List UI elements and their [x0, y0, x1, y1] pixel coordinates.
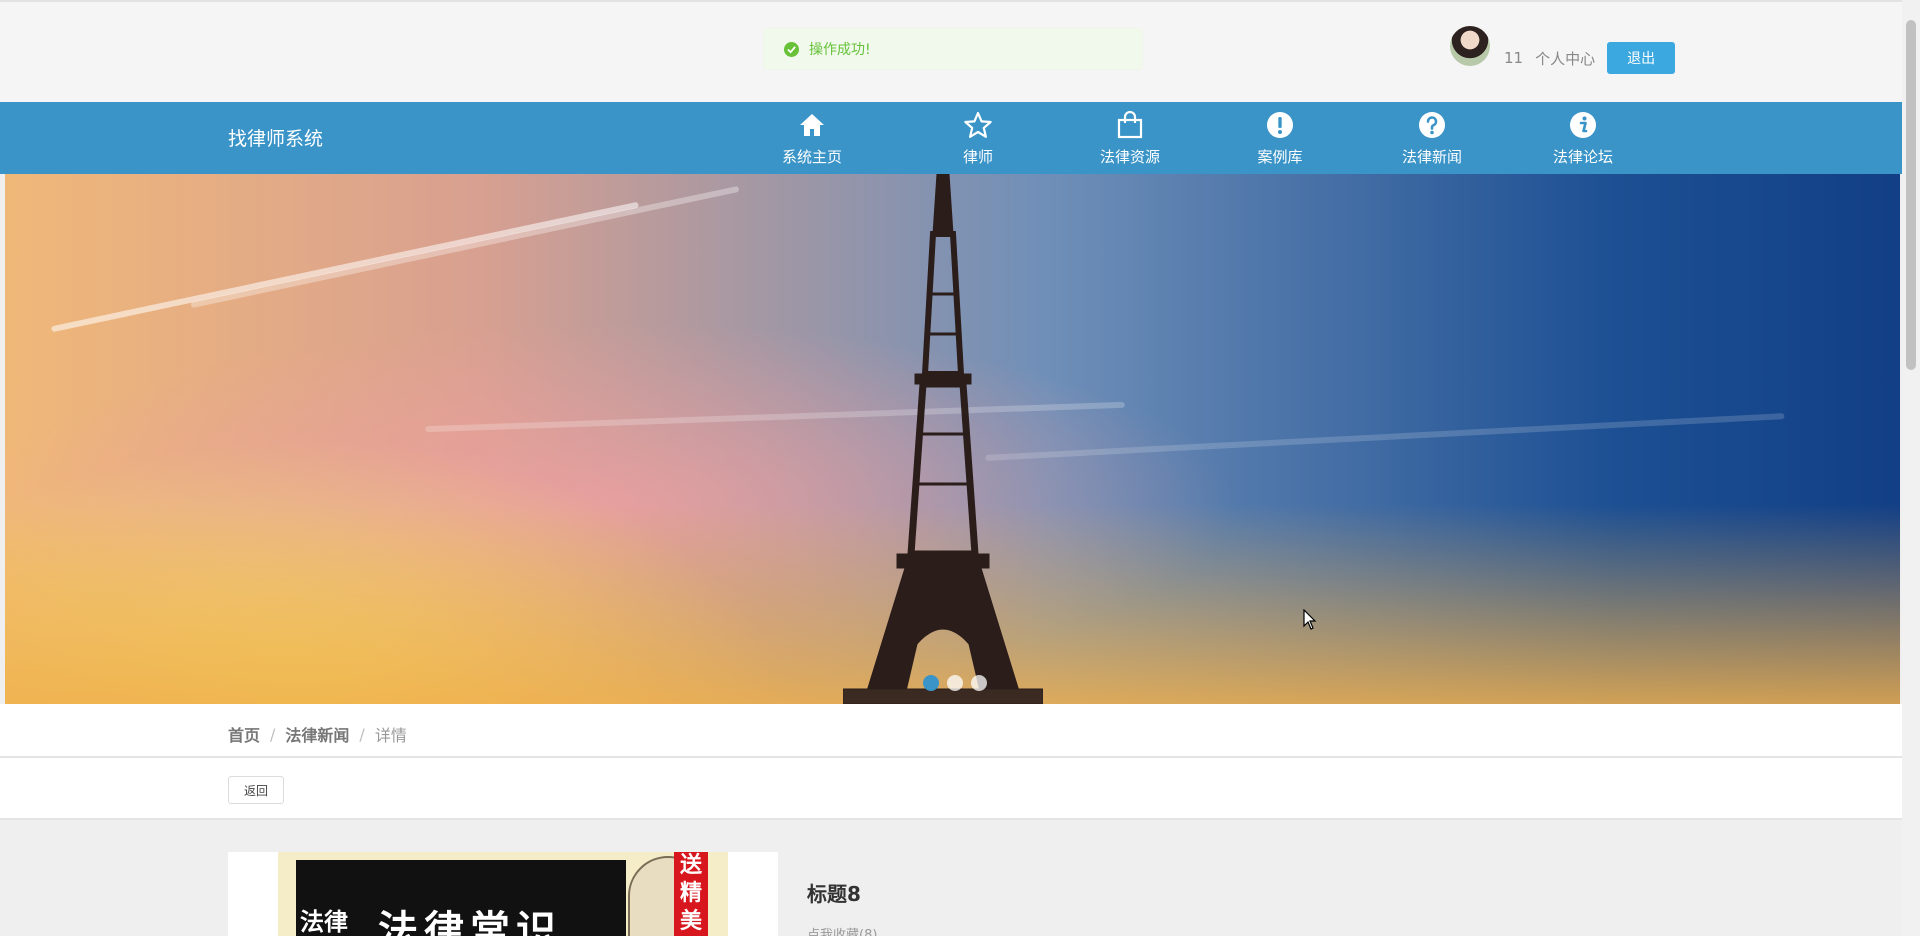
banner-cloud [190, 185, 740, 309]
nav-item-home[interactable]: 系统主页 [752, 110, 872, 174]
nav-item-legal-resources[interactable]: 法律资源 [1070, 110, 1190, 174]
nav-item-label: 法律新闻 [1401, 148, 1462, 166]
carousel-dot[interactable] [923, 675, 939, 691]
nav-item-label: 律师 [962, 148, 993, 166]
breadcrumb-legal-news[interactable]: 法律新闻 [285, 722, 349, 746]
question-icon [1417, 110, 1447, 140]
page-scrollbar[interactable] [1902, 0, 1920, 936]
nav-item-label: 案例库 [1257, 148, 1303, 166]
breadcrumb-home[interactable]: 首页 [228, 722, 260, 746]
back-row: 返回 [0, 758, 1902, 820]
nav-item-lawyer[interactable]: 律师 [918, 110, 1038, 174]
toast-message: 操作成功! [809, 42, 871, 58]
breadcrumb-current: 详情 [374, 726, 407, 745]
carousel-dot[interactable] [971, 675, 987, 691]
info-icon [1568, 110, 1598, 140]
success-toast: 操作成功! [763, 28, 1143, 70]
back-button[interactable]: 返回 [228, 776, 284, 804]
home-icon [797, 110, 827, 140]
user-name: 11 [1504, 49, 1524, 67]
exclamation-icon [1265, 110, 1295, 140]
nav-item-label: 系统主页 [781, 148, 842, 166]
top-bar: 操作成功! 11 个人中心 退出 [0, 0, 1902, 102]
carousel-dots [923, 675, 987, 691]
mouse-cursor-icon [1303, 609, 1317, 630]
favorite-link[interactable]: 点我收藏(8) [807, 924, 877, 936]
bag-icon [1115, 110, 1145, 140]
book-cover-side-text: 法律 [300, 908, 348, 936]
banner-carousel[interactable] [5, 174, 1900, 704]
news-title: 标题8 [807, 882, 861, 906]
breadcrumb-separator: / [270, 724, 276, 744]
banner-cloud [985, 413, 1785, 461]
user-center-link[interactable]: 个人中心 [1535, 48, 1595, 69]
check-circle-icon [784, 41, 799, 57]
nav-item-legal-forum[interactable]: 法律论坛 [1523, 110, 1643, 174]
star-icon [963, 110, 993, 140]
book-cover-promo: 送精美 [674, 852, 708, 936]
book-cover: 法律 法律常识 送精美 [278, 852, 728, 936]
brand-title[interactable]: 找律师系统 [228, 124, 323, 151]
logout-button[interactable]: 退出 [1607, 42, 1676, 74]
book-cover-title: 法律常识 [378, 908, 562, 936]
news-cover-image: 法律 法律常识 送精美 [228, 852, 778, 936]
breadcrumb-bar: 首页 / 法律新闻 / 详情 [0, 704, 1902, 758]
main-nav: 找律师系统 系统主页 律师 法律资源 案例库 法律新闻 法律论坛 [0, 102, 1902, 174]
banner-cloud [50, 201, 640, 333]
nav-item-label: 法律论坛 [1552, 148, 1613, 166]
nav-item-case-library[interactable]: 案例库 [1220, 110, 1340, 174]
carousel-dot[interactable] [947, 675, 963, 691]
user-area: 11 个人中心 退出 [1450, 26, 1676, 78]
avatar[interactable] [1450, 26, 1490, 66]
scrollbar-thumb[interactable] [1906, 20, 1916, 370]
nav-item-legal-news[interactable]: 法律新闻 [1372, 110, 1492, 174]
breadcrumb: 首页 / 法律新闻 / 详情 [228, 722, 407, 746]
eiffel-tower-image [843, 174, 1043, 704]
breadcrumb-separator: / [359, 724, 365, 744]
nav-item-label: 法律资源 [1099, 148, 1160, 166]
